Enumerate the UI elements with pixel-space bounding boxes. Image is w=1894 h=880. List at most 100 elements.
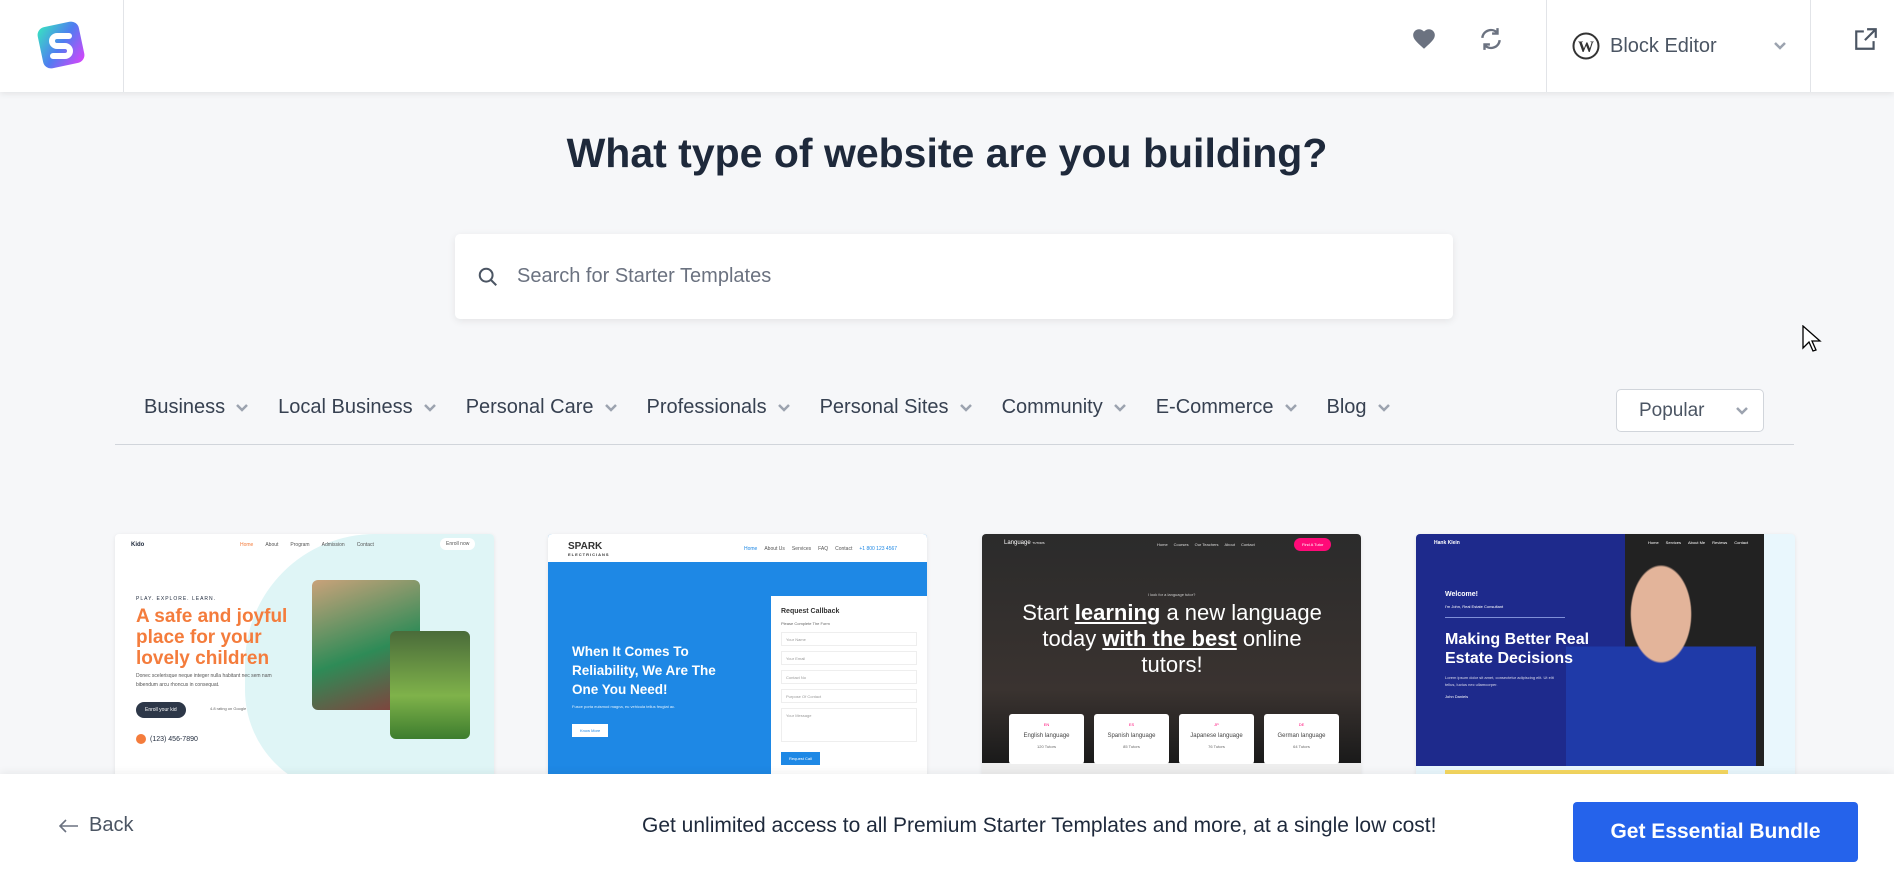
search-input[interactable] [517,265,1417,288]
chevron-down-icon [1736,406,1748,415]
category-personal-sites[interactable]: Personal Sites [820,396,973,419]
category-business[interactable]: Business [144,396,249,419]
divider [115,444,1794,445]
svg-text:W: W [1578,39,1594,56]
template-headline: A safe and joyful place for your lovely … [136,606,288,669]
template-card-spark[interactable]: SPARK ELECTRICIANS Home About Us Services FA… [548,534,927,794]
nav-item: Services [791,546,812,552]
template-body: Lorem ipsum dolor sit amet, consectetur … [1445,675,1554,687]
template-cta: Know More [572,724,609,737]
divider [1810,0,1811,92]
find-tutor-button: Find A Tutor [1294,538,1332,551]
nav-item: About [265,542,279,548]
nav-item: Reviews [1712,540,1728,545]
divider [123,0,124,92]
nav-item: Contact [356,542,374,548]
editor-selector[interactable]: W Block Editor [1572,0,1787,92]
nav-item: Home [1157,542,1168,547]
starter-templates-logo[interactable] [32,16,90,74]
nav-item: Admission [321,542,345,548]
template-cta: Enroll your kid [136,702,186,718]
category-e-commerce[interactable]: E-Commerce [1156,396,1298,419]
promo-text: Get unlimited access to all Premium Star… [642,814,1437,837]
chevron-down-icon [1773,42,1786,50]
template-brand: Kido [131,542,145,548]
eyebrow: I look for a language tutor? [1147,592,1196,597]
template-brand-sub: ELECTRICIANS [568,552,610,557]
template-brand-sub: TUTORS [1032,541,1045,545]
category-local-business[interactable]: Local Business [278,396,437,419]
template-sub: I'm John, Real Estate Consultant [1445,604,1504,609]
category-label: Blog [1326,396,1367,418]
nav-item: +1 800 123 4567 [859,546,898,552]
eyebrow: PLAY. EXPLORE. LEARN. [136,596,217,602]
chevron-down-icon [1377,403,1390,412]
template-card-kido[interactable]: Kido Home About Program Admission Contact En… [115,534,494,794]
page-title: What type of website are you building? [566,130,1328,176]
editor-label: Block Editor [1610,34,1717,57]
phone: (123) 456-7890 [150,735,198,743]
template-body: Donec scelerisque neque integer nulla ha… [136,673,272,688]
sort-dropdown[interactable]: Popular [1616,389,1764,432]
footer-bar: Back Get unlimited access to all Premium… [0,774,1894,880]
external-link-icon[interactable] [1853,26,1879,52]
category-label: E-Commerce [1155,396,1274,418]
chevron-down-icon [959,403,972,412]
chevron-down-icon [604,403,617,412]
get-essential-bundle-button[interactable]: Get Essential Bundle [1573,802,1858,862]
template-card-hank-klein[interactable]: Hank Klein Home Services About Me Reviews Co… [1416,534,1795,794]
category-community[interactable]: Community [1002,396,1127,419]
category-label: Business [144,396,226,418]
form-sub: Please Complete The Form [781,621,830,626]
phone-icon [136,734,146,744]
language-card: JP Japanese language 76 Tutors [1179,714,1254,764]
favorites-heart-icon[interactable] [1411,26,1437,52]
category-blog[interactable]: Blog [1327,396,1391,419]
wordpress-icon: W [1572,32,1600,60]
form-field: Your Email [781,651,917,665]
nav-item: Home [1648,540,1659,545]
nav-item: Contact [835,546,853,552]
sync-icon[interactable] [1478,26,1504,52]
chevron-down-icon [1113,403,1126,412]
rating: 4.8 rating on Google [210,706,247,711]
arrow-left-icon [59,818,78,833]
nav-item: Services [1665,540,1682,545]
language-card: ES Spanish language 85 Tutors [1094,714,1169,764]
template-name: John Daniels [1445,694,1469,699]
enroll-button: Enroll now [440,538,476,550]
template-card-language[interactable]: Language TUTORS Home Courses Our Teachers A… [982,534,1361,794]
template-brand: Hank Klein [1434,540,1460,546]
nav-item: Courses [1173,542,1189,547]
eyebrow: Welcome! [1445,591,1478,598]
back-label: Back [89,814,134,836]
child-photo [390,631,470,739]
form-field: Contact No [781,670,917,684]
form-submit: Request Call [781,752,820,765]
template-brand: SPARK [568,541,603,552]
nav-item: Home [744,546,758,552]
category-label: Professionals [646,396,767,418]
search-box[interactable] [455,234,1453,319]
back-button[interactable]: Back [59,814,133,837]
form-field: Your Message [781,708,917,742]
category-professionals[interactable]: Professionals [647,396,791,419]
nav-item: Program [290,542,310,548]
nav-item: Home [240,542,254,548]
divider [1546,0,1547,92]
category-label: Community [1001,396,1103,418]
form-field: Purpose Of Contact [781,689,917,703]
language-card: EN English language 120 Tutors [1009,714,1084,764]
category-personal-care[interactable]: Personal Care [466,396,618,419]
template-headline: When It Comes To Reliability, We Are The… [572,644,716,697]
nav-item: About Me [1688,540,1706,545]
chevron-down-icon [236,403,249,412]
chevron-down-icon [423,403,436,412]
search-icon [478,267,497,286]
language-card: DE German language 64 Tutors [1264,714,1339,764]
callback-form: Request Callback Please Complete The For… [771,596,927,794]
template-body: Fusce porta euismod magna, eu vehicula t… [572,704,676,709]
nav-item: About Us [764,546,785,552]
category-filter: Business Local Business Personal Care Profe… [144,396,1391,419]
mouse-cursor-icon [1802,325,1822,352]
